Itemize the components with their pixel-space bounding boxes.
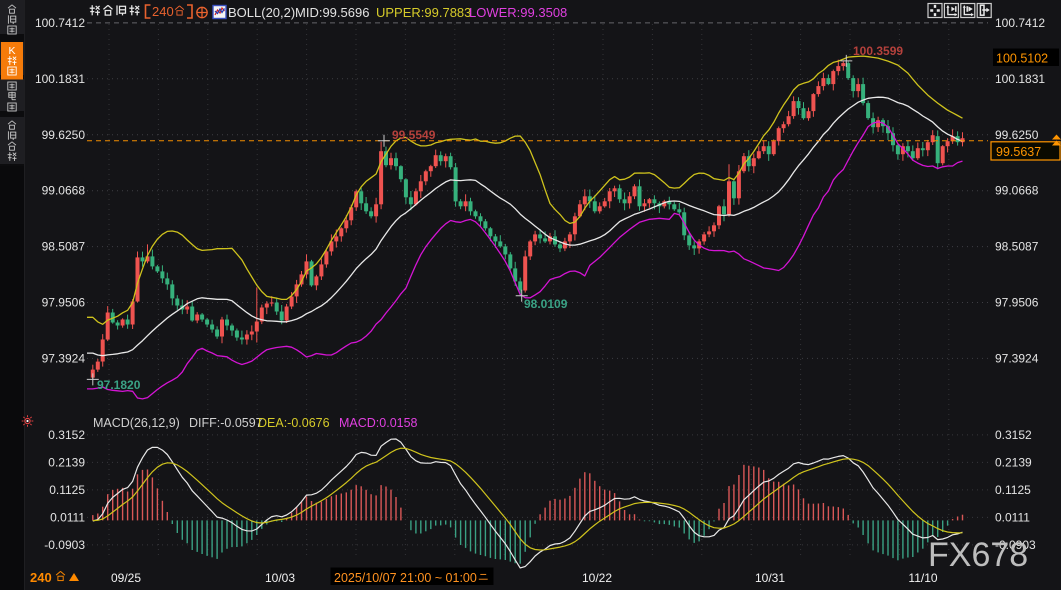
- svg-text:0.1125: 0.1125: [49, 483, 85, 497]
- svg-text:BOLL(20,2): BOLL(20,2): [228, 5, 295, 20]
- svg-text:97.3924: 97.3924: [42, 351, 86, 365]
- svg-text:-0.0903: -0.0903: [44, 538, 85, 552]
- svg-text:100.1831: 100.1831: [35, 72, 85, 86]
- svg-text:97.9506: 97.9506: [995, 296, 1039, 310]
- svg-text:10/03: 10/03: [265, 571, 295, 585]
- svg-text:100.1831: 100.1831: [995, 72, 1045, 86]
- svg-text:0.0111: 0.0111: [995, 510, 1030, 524]
- svg-text:240: 240: [152, 4, 174, 19]
- svg-text:100.7412: 100.7412: [35, 16, 85, 30]
- svg-text:0.2139: 0.2139: [48, 455, 85, 469]
- svg-text:FX678: FX678: [928, 536, 1028, 574]
- svg-text:240: 240: [30, 570, 52, 585]
- svg-text:98.5087: 98.5087: [995, 240, 1039, 254]
- svg-text:100.3599: 100.3599: [853, 44, 903, 58]
- svg-text:97.1820: 97.1820: [97, 378, 141, 392]
- svg-text:100.7412: 100.7412: [995, 16, 1045, 30]
- svg-text:0.0111: 0.0111: [50, 510, 85, 524]
- svg-text:10/22: 10/22: [582, 571, 612, 585]
- svg-text:K: K: [8, 45, 15, 57]
- svg-text:09/25: 09/25: [111, 571, 141, 585]
- svg-text:DIFF:-0.0597: DIFF:-0.0597: [189, 416, 263, 430]
- svg-text:MACD(26,12,9): MACD(26,12,9): [93, 416, 180, 430]
- svg-text:0.3152: 0.3152: [48, 428, 85, 442]
- svg-text:98.0109: 98.0109: [524, 297, 568, 311]
- svg-text:97.9506: 97.9506: [42, 296, 86, 310]
- svg-text:0.1125: 0.1125: [995, 483, 1031, 497]
- svg-text:0.3152: 0.3152: [995, 428, 1032, 442]
- svg-text:2025/10/07 21:00 ~ 01:00: 2025/10/07 21:00 ~ 01:00: [334, 571, 477, 585]
- svg-text:99.5637: 99.5637: [996, 145, 1041, 159]
- svg-text:99.5549: 99.5549: [392, 128, 436, 142]
- svg-text:DEA:-0.0676: DEA:-0.0676: [258, 416, 330, 430]
- svg-text:LOWER:99.3508: LOWER:99.3508: [469, 5, 567, 20]
- svg-text:97.3924: 97.3924: [995, 351, 1039, 365]
- svg-text:10/31: 10/31: [755, 571, 785, 585]
- svg-text:100.5102: 100.5102: [996, 52, 1048, 66]
- svg-text:98.5087: 98.5087: [42, 240, 86, 254]
- svg-text:99.0668: 99.0668: [42, 184, 86, 198]
- svg-text:99.6250: 99.6250: [995, 128, 1039, 142]
- svg-text:UPPER:99.7883: UPPER:99.7883: [376, 5, 471, 20]
- svg-text:0.2139: 0.2139: [995, 455, 1032, 469]
- svg-text:MACD:0.0158: MACD:0.0158: [339, 416, 418, 430]
- svg-text:99.0668: 99.0668: [995, 184, 1039, 198]
- svg-text:99.6250: 99.6250: [42, 128, 86, 142]
- svg-text:MID:99.5696: MID:99.5696: [295, 5, 369, 20]
